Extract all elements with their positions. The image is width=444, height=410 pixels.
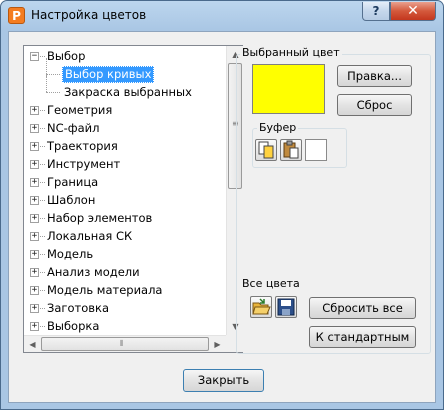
expand-icon[interactable]: + (30, 178, 39, 187)
tree-item[interactable]: + Набор элементов (24, 210, 226, 227)
expand-icon[interactable]: + (30, 214, 39, 223)
tree-item-label: Граница (47, 175, 99, 189)
horizontal-scrollbar[interactable]: ◀ ⦀ ▶ (24, 335, 226, 352)
expand-icon[interactable]: + (30, 142, 39, 151)
expand-icon[interactable]: + (30, 124, 39, 133)
color-category-tree[interactable]: − Выбор Выбор кривых Закраска выбранных + Гео… (23, 45, 243, 353)
close-button[interactable]: Закрыть (183, 369, 264, 392)
app-logo-icon: P (8, 7, 25, 24)
tree-item[interactable]: + Заготовка (24, 300, 226, 317)
expand-icon[interactable]: + (30, 304, 39, 313)
tree-connector (46, 76, 47, 92)
expand-icon[interactable]: + (30, 232, 39, 241)
expand-icon[interactable]: + (30, 196, 39, 205)
window-title: Настройка цветов (31, 8, 147, 22)
tree-item-label: Локальная СК (47, 229, 133, 243)
edit-color-button[interactable]: Правка... (337, 65, 412, 87)
all-colors-label: Все цвета (240, 277, 302, 290)
tree-connector (46, 74, 60, 75)
paste-icon[interactable] (280, 139, 302, 161)
tree-item[interactable]: + Траектория (24, 138, 226, 155)
tree-connector (46, 58, 47, 76)
tree-item-label: Геометрия (47, 103, 113, 117)
expand-icon[interactable]: + (30, 268, 39, 277)
expand-icon[interactable]: + (30, 250, 39, 259)
grip-icon: ⦀ (120, 339, 124, 348)
scroll-right-arrow-icon[interactable]: ▶ (209, 336, 226, 353)
tree-item[interactable]: + Модель (24, 246, 226, 263)
expand-icon[interactable]: + (30, 322, 39, 331)
tree-item-label: Выборка (47, 319, 100, 333)
horizontal-scroll-thumb[interactable]: ⦀ (41, 337, 209, 351)
tree-item[interactable]: + Модель материала (24, 282, 226, 299)
tree-item-label: Шаблон (47, 193, 96, 207)
tree-item[interactable]: + Выборка (24, 318, 226, 335)
tree-item-label: Набор элементов (47, 211, 153, 225)
tree-item[interactable]: + Геометрия (24, 102, 226, 119)
tree-item[interactable]: + Граница (24, 174, 226, 191)
save-icon[interactable] (275, 296, 297, 318)
tree-connector (46, 92, 60, 93)
selected-color-label: Выбранный цвет (240, 46, 342, 59)
tree-item-label: Траектория (47, 139, 118, 153)
tree-item-label: Модель материала (47, 283, 163, 297)
buffer-color-slot[interactable] (305, 139, 327, 161)
tree-item-label: Закраска выбранных (64, 85, 192, 99)
tree-item[interactable]: − Выбор (24, 48, 226, 65)
buffer-label: Буфер (257, 121, 299, 134)
tree-list: − Выбор Выбор кривых Закраска выбранных + Гео… (24, 46, 226, 335)
tree-item-label: Выбор кривых (62, 66, 155, 83)
tree-item-label: Модель (47, 247, 94, 261)
tree-item-label: NC-файл (47, 121, 100, 135)
dialog-body: − Выбор Выбор кривых Закраска выбранных + Гео… (8, 31, 436, 403)
reset-color-button[interactable]: Сброс (337, 94, 412, 116)
expand-icon[interactable]: + (30, 160, 39, 169)
tree-item-label: Анализ модели (47, 265, 140, 279)
scroll-left-arrow-icon[interactable]: ◀ (24, 336, 41, 353)
collapse-icon[interactable]: − (30, 52, 39, 61)
tree-item[interactable]: + Шаблон (24, 192, 226, 209)
tree-item[interactable]: + Локальная СК (24, 228, 226, 245)
tree-item-label: Инструмент (47, 157, 121, 171)
help-button[interactable]: ? (362, 2, 390, 21)
expand-icon[interactable]: + (30, 106, 39, 115)
copy-icon[interactable] (255, 139, 277, 161)
close-window-button[interactable]: ✕ (390, 2, 436, 21)
tree-item[interactable]: Закраска выбранных (24, 76, 226, 101)
color-settings-window: P Настройка цветов ? ✕ − Выбор Выбор кривы… (0, 0, 444, 410)
expand-icon[interactable]: + (30, 286, 39, 295)
reset-all-button[interactable]: Сбросить все (309, 297, 416, 319)
title-bar[interactable]: P Настройка цветов ? ✕ (1, 1, 443, 31)
restore-defaults-button[interactable]: К стандартным (309, 326, 416, 348)
tree-item[interactable]: + Анализ модели (24, 264, 226, 281)
tree-item-label: Выбор (47, 49, 86, 63)
tree-item[interactable]: Выбор кривых (24, 58, 226, 83)
tree-item[interactable]: + NC-файл (24, 120, 226, 137)
open-folder-icon[interactable] (250, 296, 272, 318)
tree-item[interactable]: + Инструмент (24, 156, 226, 173)
tree-item-label: Заготовка (47, 301, 110, 315)
selected-color-swatch[interactable] (252, 64, 325, 114)
